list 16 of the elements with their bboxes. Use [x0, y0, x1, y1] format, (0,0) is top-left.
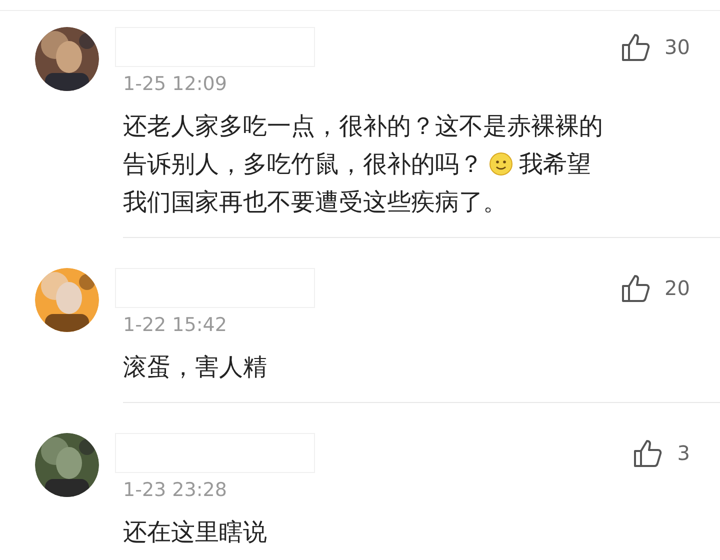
comment-time: 1-25 12:09 [123, 73, 228, 95]
comment-text: 还在这里瞎说 [123, 518, 267, 546]
comment-text: 滚蛋，害人精 [123, 353, 267, 381]
comment-text: 还老人家多吃一点，很补的？这不是赤裸裸的 [123, 112, 603, 140]
like-count: 20 [664, 276, 690, 300]
thumbs-up-icon[interactable] [620, 273, 651, 303]
smiley-icon [489, 152, 513, 176]
comment-text: 我希望 [519, 150, 591, 178]
comment-text: 告诉别人，多吃竹鼠，很补的吗？ [123, 150, 483, 178]
comment-time: 1-23 23:28 [123, 479, 228, 501]
comment-text: 我们国家再也不要遭受这些疾病了。 [123, 188, 507, 216]
comment-time: 1-22 15:42 [123, 314, 228, 336]
thumbs-up-icon[interactable] [633, 438, 664, 468]
like-count: 30 [664, 35, 690, 59]
thumbs-up-icon[interactable] [620, 32, 651, 62]
like-count: 3 [677, 441, 690, 465]
